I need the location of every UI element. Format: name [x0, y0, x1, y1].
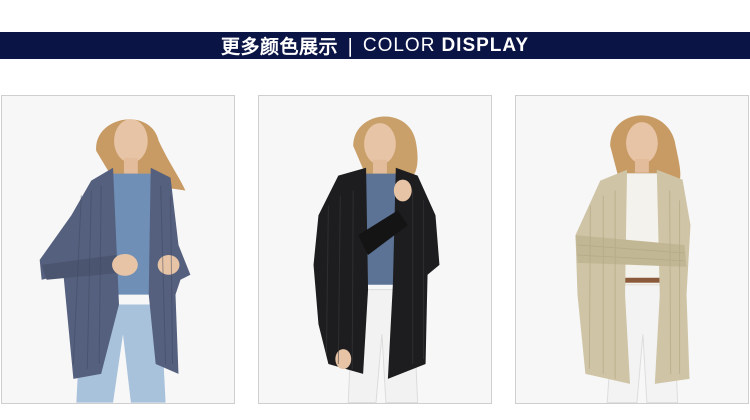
product-photo-oatmeal[interactable]: [515, 95, 749, 404]
banner-title-chinese: 更多颜色展示: [220, 36, 338, 58]
model-illustration-black: [259, 96, 491, 403]
banner-separator: |: [346, 34, 354, 57]
banner-title-display: DISPLAY: [441, 34, 530, 56]
model-illustration-oatmeal: [516, 96, 748, 403]
product-photo-navy[interactable]: [1, 95, 235, 404]
banner-title-color: COLOR: [362, 34, 436, 56]
product-photo-black[interactable]: [258, 95, 492, 404]
color-display-banner: 更多颜色展示 | COLOR DISPLAY: [0, 32, 750, 59]
model-illustration-navy: [2, 96, 234, 403]
